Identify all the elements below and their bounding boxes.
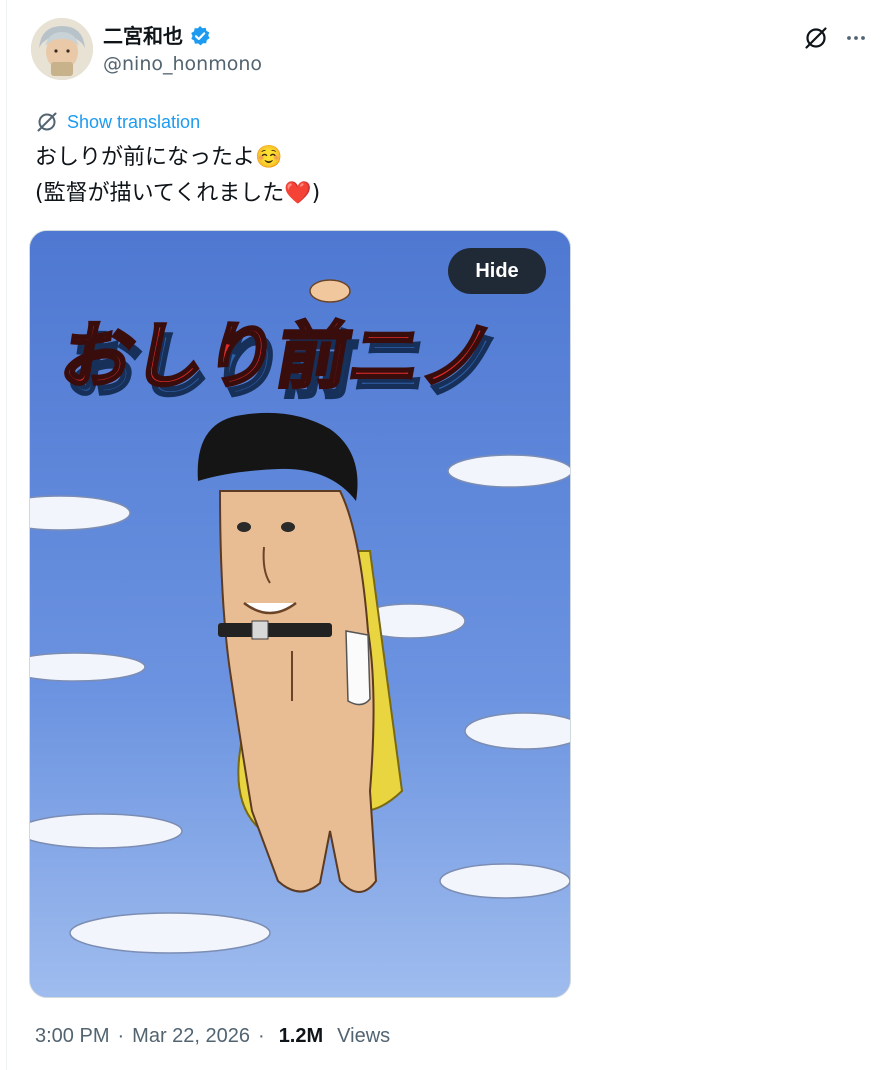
tweet-body-text: おしりが前になったよ☺️ (監督が描いてくれました❤️) xyxy=(35,145,321,206)
illustration: おしり前ニノ おしり前ニノ xyxy=(30,231,570,997)
show-translation-label[interactable]: Show translation xyxy=(67,112,200,133)
tweet-header: 二宮和也 @nino_honmono xyxy=(31,18,870,82)
translate-icon xyxy=(37,112,57,132)
tweet-top-actions xyxy=(802,24,870,52)
avatar[interactable] xyxy=(31,18,93,80)
show-translation-link[interactable]: Show translation xyxy=(35,108,200,136)
tweet-meta: 3:00 PM · Mar 22, 2026 · 1.2M Views xyxy=(35,1018,390,1054)
more-horizontal-icon xyxy=(847,36,865,40)
svg-text:おしり前ニノ: おしり前ニノ xyxy=(54,316,501,399)
author-block: 二宮和也 @nino_honmono xyxy=(103,22,262,82)
author-handle[interactable]: @nino_honmono xyxy=(103,52,262,76)
more-options-button[interactable] xyxy=(842,24,870,52)
views-count[interactable]: 1.2M xyxy=(279,1018,323,1054)
tweet-media-image[interactable]: おしり前ニノ おしり前ニノ Hide xyxy=(29,230,571,998)
tweet-card: 二宮和也 @nino_honmono Show translation おしりが… xyxy=(6,0,886,1070)
tweet-time[interactable]: 3:00 PM xyxy=(35,1018,109,1054)
grok-icon[interactable] xyxy=(802,24,830,52)
meta-separator: · xyxy=(258,1025,265,1047)
avatar-image xyxy=(31,18,93,80)
views-label: Views xyxy=(337,1025,391,1047)
display-name-row: 二宮和也 xyxy=(103,22,262,50)
meta-separator: · xyxy=(117,1025,125,1047)
verified-badge-icon[interactable] xyxy=(189,25,211,47)
hide-media-button[interactable]: Hide xyxy=(448,248,546,294)
display-name[interactable]: 二宮和也 xyxy=(103,22,183,50)
tweet-date[interactable]: Mar 22, 2026 xyxy=(132,1018,250,1054)
